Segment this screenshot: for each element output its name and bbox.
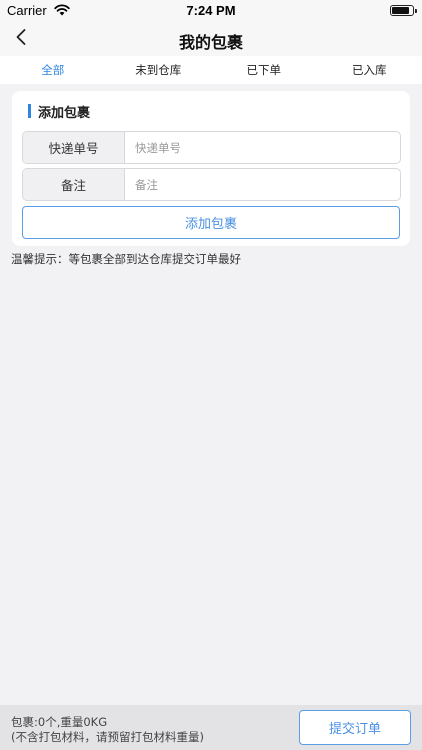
- tab-bar: 全部 未到仓库 已下单 已入库: [0, 56, 422, 84]
- add-package-card: 添加包裹 快递单号 备注 添加包裹: [12, 91, 410, 246]
- battery-icon: [390, 5, 417, 16]
- screen: Carrier 7:24 PM 我的包裹 全部 未到仓库 已下单 已入库 添加包…: [0, 0, 422, 750]
- note-input[interactable]: [125, 169, 400, 200]
- tab-not-arrived[interactable]: 未到仓库: [106, 56, 212, 84]
- packing-note: (不含打包材料，请预留打包材料重量): [11, 730, 204, 744]
- package-summary: 包裹:0个,重量0KG: [11, 715, 108, 729]
- accent-bar: [28, 104, 31, 118]
- tab-all[interactable]: 全部: [0, 56, 106, 84]
- card-title: 添加包裹: [38, 105, 91, 121]
- add-package-button[interactable]: 添加包裹: [22, 206, 400, 239]
- page-title: 我的包裹: [178, 33, 243, 52]
- tracking-number-row: 快递单号: [22, 131, 401, 164]
- clock-time: 7:24 PM: [186, 3, 236, 18]
- submit-order-button[interactable]: 提交订单: [299, 710, 411, 745]
- tip-text: 温馨提示：等包裹全部到达仓库提交订单最好: [11, 252, 241, 266]
- tracking-number-label: 快递单号: [23, 132, 125, 163]
- bottom-bar: 包裹:0个,重量0KG (不含打包材料，请预留打包材料重量) 提交订单: [0, 705, 422, 750]
- tab-ordered[interactable]: 已下单: [211, 56, 317, 84]
- tracking-number-input[interactable]: [125, 132, 400, 163]
- note-row: 备注: [22, 168, 401, 201]
- card-header: 添加包裹: [28, 103, 91, 121]
- nav-bar: 我的包裹: [0, 22, 422, 56]
- tab-stored[interactable]: 已入库: [317, 56, 422, 84]
- note-label: 备注: [23, 169, 125, 200]
- status-bar: Carrier 7:24 PM: [0, 0, 422, 22]
